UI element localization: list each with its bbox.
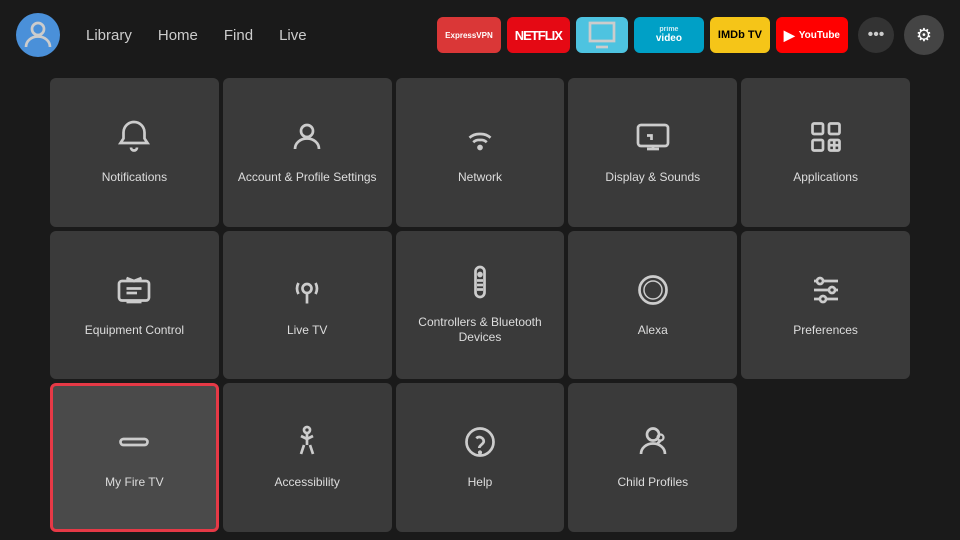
grid-item-account[interactable]: Account & Profile Settings — [223, 78, 392, 227]
nav-links: Library Home Find Live — [76, 21, 317, 50]
controllers-label: Controllers & Bluetooth Devices — [406, 315, 555, 346]
apps-icon — [808, 119, 844, 160]
accessibility-icon — [289, 424, 325, 465]
grid-item-notifications[interactable]: Notifications — [50, 78, 219, 227]
nav-library[interactable]: Library — [76, 21, 142, 50]
display-sounds-label: Display & Sounds — [605, 170, 700, 186]
childprofiles-label: Child Profiles — [617, 475, 688, 491]
myfiretv-label: My Fire TV — [105, 475, 163, 491]
app-icon-expressvpn[interactable]: ExpressVPN — [437, 17, 501, 53]
app-icon-youtube[interactable]: ▶YouTube — [776, 17, 848, 53]
equipment-label: Equipment Control — [85, 323, 184, 339]
nav-live[interactable]: Live — [269, 21, 317, 50]
help-icon — [462, 424, 498, 465]
grid-item-display[interactable]: Display & Sounds — [568, 78, 737, 227]
wifi-icon — [462, 119, 498, 160]
remote-icon — [462, 264, 498, 305]
child-icon — [635, 424, 671, 465]
applications-label: Applications — [793, 170, 858, 186]
grid-item-help[interactable]: Help — [396, 383, 565, 532]
settings-button[interactable]: ⚙ — [904, 15, 944, 55]
accessibility-label: Accessibility — [275, 475, 340, 491]
grid-item-network[interactable]: Network — [396, 78, 565, 227]
help-label: Help — [468, 475, 493, 491]
top-navigation: Library Home Find Live ExpressVPN NETFLI… — [0, 0, 960, 70]
alexa-label: Alexa — [638, 323, 668, 339]
person-icon — [289, 119, 325, 160]
grid-item-controllers[interactable]: Controllers & Bluetooth Devices — [396, 231, 565, 380]
firetv-icon — [116, 424, 152, 465]
nav-find[interactable]: Find — [214, 21, 263, 50]
grid-item-preferences[interactable]: Preferences — [741, 231, 910, 380]
notifications-label: Notifications — [102, 170, 167, 186]
grid-item-equipment[interactable]: Equipment Control — [50, 231, 219, 380]
grid-item-alexa[interactable]: Alexa — [568, 231, 737, 380]
grid-item-applications[interactable]: Applications — [741, 78, 910, 227]
display-icon — [635, 119, 671, 160]
nav-home[interactable]: Home — [148, 21, 208, 50]
tv-icon — [116, 272, 152, 313]
grid-item-myfiretv[interactable]: My Fire TV — [50, 383, 219, 532]
app-icon-netflix[interactable]: NETFLIX — [507, 17, 570, 53]
antenna-icon — [289, 272, 325, 313]
app-icons-bar: ExpressVPN NETFLIX prime video IMDb TV ▶… — [437, 17, 848, 53]
preferences-label: Preferences — [793, 323, 858, 339]
app-icon-imdb[interactable]: IMDb TV — [710, 17, 770, 53]
network-label: Network — [458, 170, 502, 186]
app-icon-primevideo[interactable]: prime video — [634, 17, 704, 53]
sliders-icon — [808, 272, 844, 313]
grid-item-accessibility[interactable]: Accessibility — [223, 383, 392, 532]
bell-icon — [116, 119, 152, 160]
livetv-label: Live TV — [287, 323, 327, 339]
settings-grid: Notifications Account & Profile Settings… — [0, 70, 960, 540]
alexa-icon — [635, 272, 671, 313]
account-label: Account & Profile Settings — [238, 170, 377, 186]
grid-item-childprofiles[interactable]: Child Profiles — [568, 383, 737, 532]
more-button[interactable]: ••• — [858, 17, 894, 53]
grid-item-livetv[interactable]: Live TV — [223, 231, 392, 380]
avatar[interactable] — [16, 13, 60, 57]
app-icon-amazon[interactable] — [576, 17, 628, 53]
